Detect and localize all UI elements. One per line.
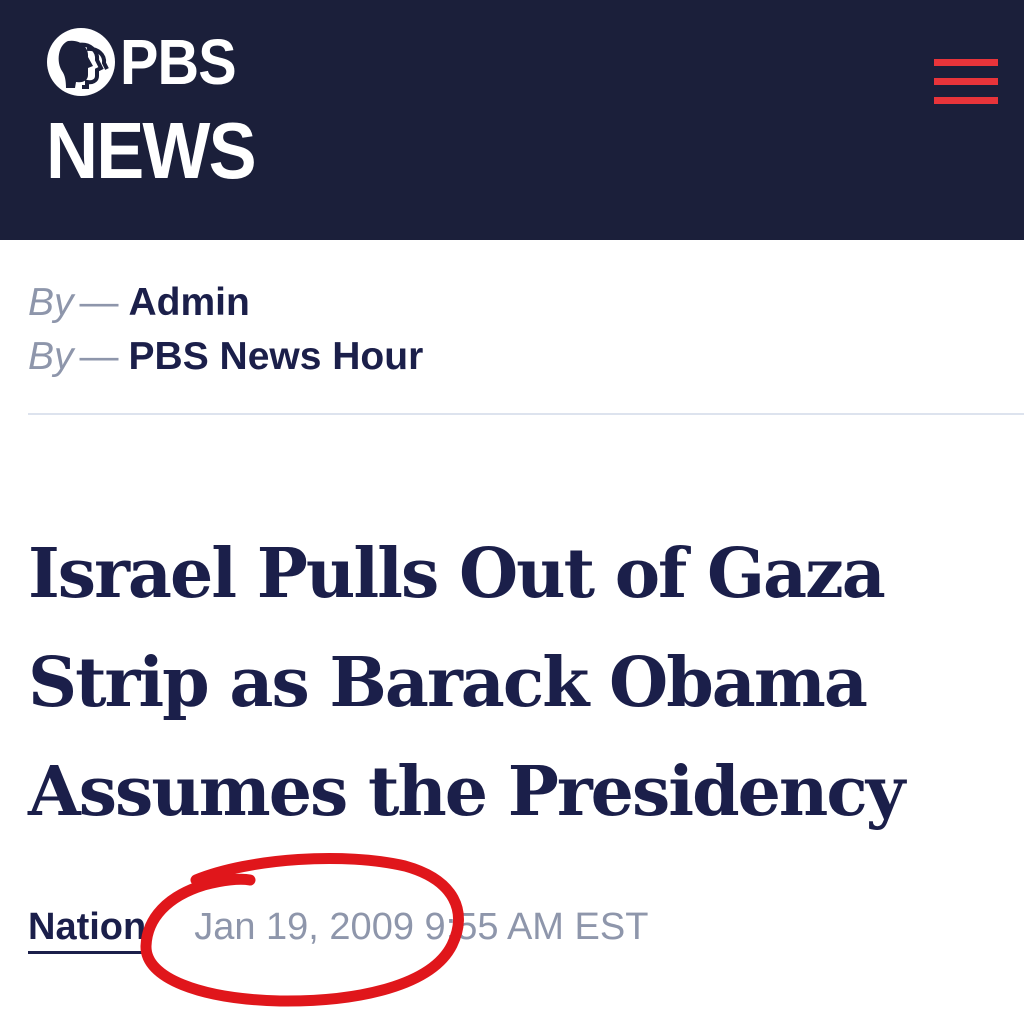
site-header: PBS NEWS — [0, 0, 1024, 240]
menu-bar-bottom — [934, 97, 998, 104]
byline-dash: — — [79, 335, 119, 378]
publish-timestamp: Jan 19, 2009 9:55 AM EST — [194, 906, 649, 948]
byline-prefix: By — [28, 281, 74, 324]
menu-bar-top — [934, 59, 998, 66]
logo-pbs-text: PBS — [120, 26, 237, 98]
menu-bar-middle — [934, 78, 998, 85]
hamburger-menu-icon[interactable] — [928, 56, 1004, 110]
article-meta: Nation Jan 19, 2009 9:55 AM EST — [28, 906, 648, 954]
author-link-admin[interactable]: Admin — [129, 281, 250, 324]
byline-dash: — — [79, 281, 119, 324]
byline-pbs-news-hour: By — PBS News Hour — [28, 334, 423, 380]
author-link-pbs-news-hour[interactable]: PBS News Hour — [129, 335, 424, 378]
logo-news-text: NEWS — [46, 106, 257, 195]
pbs-heads-icon — [47, 28, 115, 96]
byline-divider — [28, 413, 1024, 415]
article-headline: Israel Pulls Out of Gaza Strip as Barack… — [28, 534, 905, 832]
logo-top-row: PBS — [44, 26, 278, 98]
pbs-news-logo[interactable]: PBS NEWS — [44, 26, 278, 196]
byline-prefix: By — [28, 335, 74, 378]
byline-admin: By — Admin — [28, 280, 250, 326]
category-link-nation[interactable]: Nation — [28, 906, 147, 954]
